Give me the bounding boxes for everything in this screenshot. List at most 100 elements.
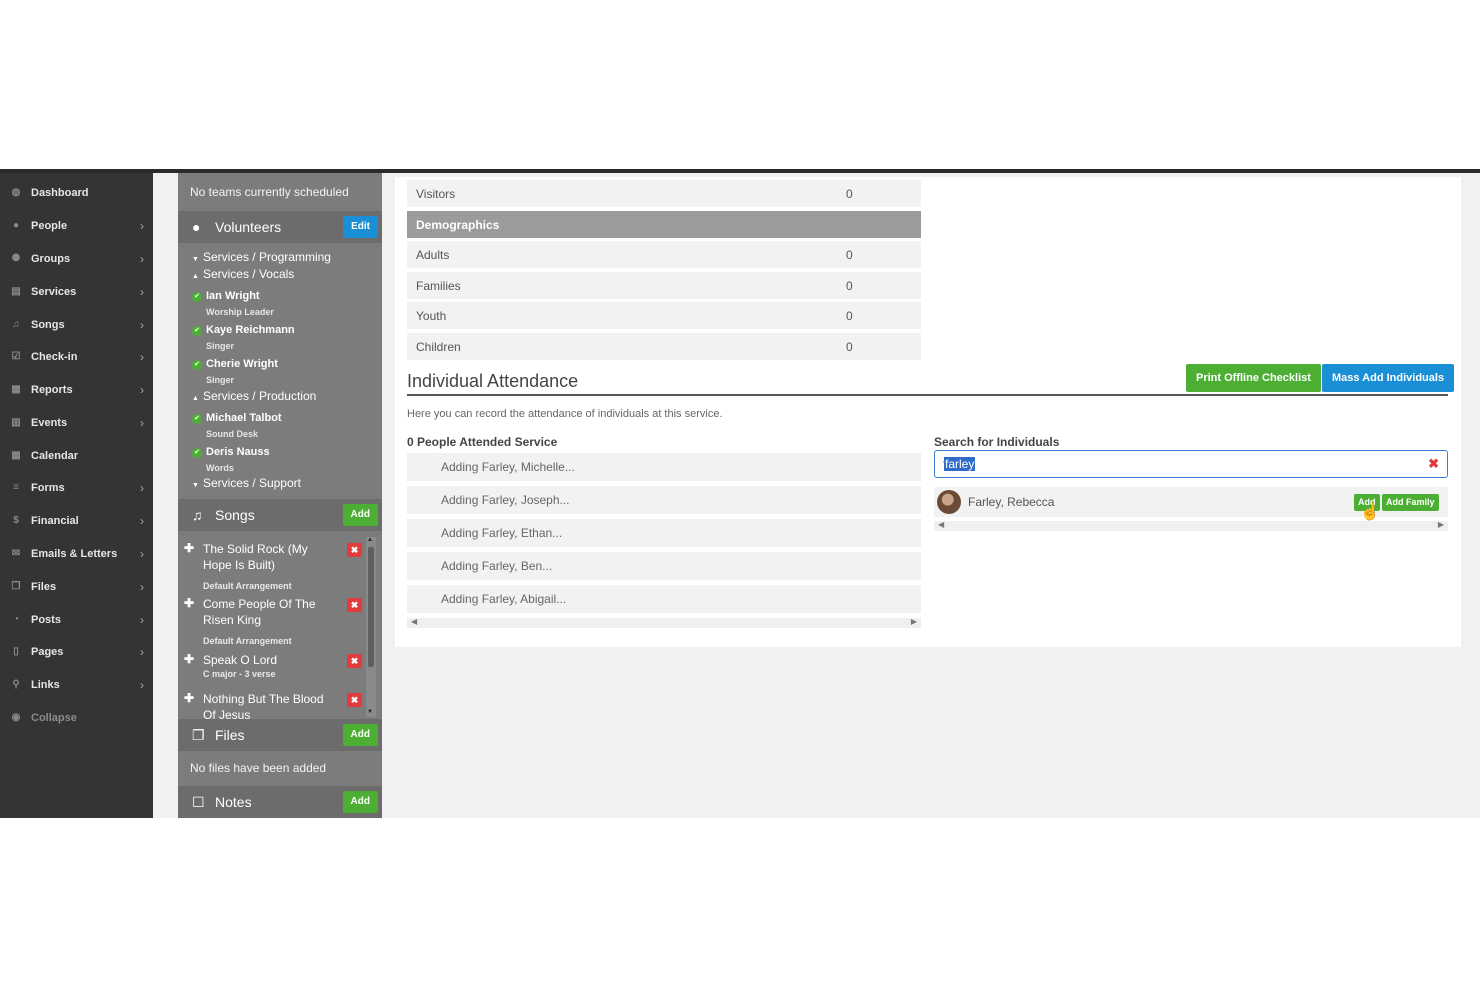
- service-sidebar: No teams currently scheduled ● Volunteer…: [178, 173, 382, 818]
- remove-song-icon[interactable]: ✖: [347, 543, 362, 557]
- adding-row: Adding Farley, Ethan...: [407, 519, 921, 547]
- nav-item-songs[interactable]: ♫ Songs ›: [0, 308, 153, 341]
- volunteer-item[interactable]: ✔ Michael Talbot Sound Desk: [192, 408, 282, 439]
- stat-row: Children 0: [407, 333, 921, 360]
- nav-item-label: Songs: [31, 318, 65, 331]
- songs-scrollbar[interactable]: ▲ ▼: [366, 537, 376, 717]
- move-icon[interactable]: ✚: [184, 652, 194, 666]
- scroll-left-icon[interactable]: ◀: [938, 520, 944, 529]
- dashboard-icon: ◍: [11, 187, 21, 198]
- search-input[interactable]: [943, 456, 1383, 472]
- nav-item-events[interactable]: ▥ Events ›: [0, 406, 153, 439]
- stat-value: 0: [846, 308, 853, 323]
- add-note-button[interactable]: Add: [342, 791, 378, 813]
- add-file-button[interactable]: Add: [342, 724, 378, 746]
- nav-item-label: People: [31, 219, 68, 232]
- team-group[interactable]: ▲ Services / Vocals: [192, 267, 294, 281]
- nav-item-check-in[interactable]: ☑ Check-in ›: [0, 340, 153, 373]
- volunteer-item[interactable]: ✔ Ian Wright Worship Leader: [192, 286, 274, 317]
- attended-hscrollbar[interactable]: ◀ ▶: [407, 617, 921, 628]
- team-label: Services / Production: [202, 389, 317, 403]
- demographics-header: Demographics: [407, 211, 921, 238]
- nav-item-forms[interactable]: ≡ Forms ›: [0, 471, 153, 504]
- nav-item-links[interactable]: ⚲ Links ›: [0, 668, 153, 701]
- notes-title: Notes: [215, 794, 252, 810]
- nav-item-collapse[interactable]: ◉ Collapse: [0, 701, 153, 734]
- caret-up-icon: ▲: [192, 273, 199, 280]
- team-group[interactable]: ▼ Services / Support: [192, 476, 301, 490]
- edit-volunteers-button[interactable]: Edit: [343, 216, 378, 238]
- volunteer-role: Words: [206, 463, 234, 473]
- volunteer-item[interactable]: ✔ Kaye Reichmann Singer: [192, 320, 295, 351]
- files-icon: ❐: [192, 726, 205, 743]
- stat-label: Children: [416, 339, 461, 354]
- stat-value: 0: [846, 186, 853, 201]
- add-family-button[interactable]: Add Family: [1382, 494, 1439, 511]
- chevron-right-icon: ›: [140, 612, 144, 627]
- search-hscrollbar[interactable]: ◀ ▶: [934, 520, 1448, 531]
- clear-search-icon[interactable]: ✖: [1428, 456, 1439, 472]
- nav-item-services[interactable]: ▤ Services ›: [0, 275, 153, 308]
- remove-song-icon[interactable]: ✖: [347, 598, 362, 612]
- nav-item-calendar[interactable]: ▦ Calendar: [0, 439, 153, 472]
- checkbox-icon: ☑: [11, 351, 21, 362]
- nav-item-label: Reports: [31, 383, 73, 396]
- stat-label: Youth: [416, 308, 447, 323]
- scroll-down-icon[interactable]: ▼: [367, 709, 373, 715]
- files-header: ❐ Files Add: [178, 719, 382, 751]
- nav-item-files[interactable]: ❐ Files ›: [0, 570, 153, 603]
- mass-add-individuals-button[interactable]: Mass Add Individuals: [1322, 364, 1455, 392]
- move-icon[interactable]: ✚: [184, 596, 194, 610]
- move-icon[interactable]: ✚: [184, 541, 194, 555]
- print-offline-checklist-button[interactable]: Print Offline Checklist: [1186, 364, 1321, 392]
- add-song-button[interactable]: Add: [342, 504, 378, 526]
- songs-title: Songs: [215, 507, 255, 523]
- individual-attendance-title: Individual Attendance: [407, 371, 579, 391]
- user-icon: ●: [192, 219, 201, 235]
- files-icon: ❐: [11, 581, 21, 592]
- chevron-right-icon: ›: [140, 546, 144, 561]
- song-title: Speak O Lord: [203, 653, 278, 667]
- move-icon[interactable]: ✚: [184, 691, 194, 705]
- nav-item-groups[interactable]: ⚉ Groups ›: [0, 242, 153, 275]
- nav-item-label: Calendar: [31, 449, 79, 462]
- nav-item-posts[interactable]: ◔ Posts ›: [0, 603, 153, 636]
- nav-item-financial[interactable]: $ Financial ›: [0, 504, 153, 537]
- remove-song-icon[interactable]: ✖: [347, 654, 362, 668]
- check-icon: ✔: [192, 448, 202, 458]
- nav-item-people[interactable]: ● People ›: [0, 209, 153, 242]
- groups-icon: ⚉: [11, 253, 21, 264]
- scroll-right-icon[interactable]: ▶: [911, 617, 917, 626]
- collapse-icon: ◉: [11, 712, 21, 723]
- scroll-left-icon[interactable]: ◀: [411, 617, 417, 626]
- nav-item-label: Emails & Letters: [31, 547, 118, 560]
- nav-item-emails-letters[interactable]: ✉ Emails & Letters ›: [0, 537, 153, 570]
- nav-item-label: Forms: [31, 481, 65, 494]
- volunteer-name: Deris Nauss: [206, 446, 270, 458]
- volunteer-item[interactable]: ✔ Deris Nauss Words: [192, 442, 270, 473]
- nav-item-pages[interactable]: ▯ Pages ›: [0, 635, 153, 668]
- adding-row: Adding Farley, Ben...: [407, 552, 921, 580]
- chevron-right-icon: ›: [140, 644, 144, 659]
- scrollbar-thumb[interactable]: [368, 547, 374, 667]
- adding-row: Adding Farley, Abigail...: [407, 585, 921, 613]
- scroll-right-icon[interactable]: ▶: [1438, 520, 1444, 529]
- nav-item-label: Links: [31, 678, 60, 691]
- chevron-right-icon: ›: [140, 415, 144, 430]
- stat-label: Visitors: [416, 186, 456, 201]
- volunteer-role: Sound Desk: [206, 429, 259, 439]
- song-title: Nothing But The Blood Of Jesus: [203, 692, 324, 719]
- volunteer-item[interactable]: ✔ Cherie Wright Singer: [192, 354, 278, 385]
- volunteers-header: ● Volunteers Edit: [178, 211, 382, 243]
- page-icon: ▯: [13, 646, 19, 657]
- team-label: Services / Support: [202, 476, 301, 490]
- nav-item-reports[interactable]: ▦ Reports ›: [0, 373, 153, 406]
- search-heading: Search for Individuals: [934, 435, 1060, 449]
- remove-song-icon[interactable]: ✖: [347, 693, 362, 707]
- nav-item-dashboard[interactable]: ◍ Dashboard: [0, 176, 153, 209]
- team-group[interactable]: ▲ Services / Production: [192, 389, 316, 403]
- team-group[interactable]: ▼ Services / Programming: [192, 250, 331, 264]
- team-label: Services / Vocals: [202, 267, 295, 281]
- scroll-up-icon[interactable]: ▲: [367, 537, 373, 543]
- avatar: [937, 490, 961, 514]
